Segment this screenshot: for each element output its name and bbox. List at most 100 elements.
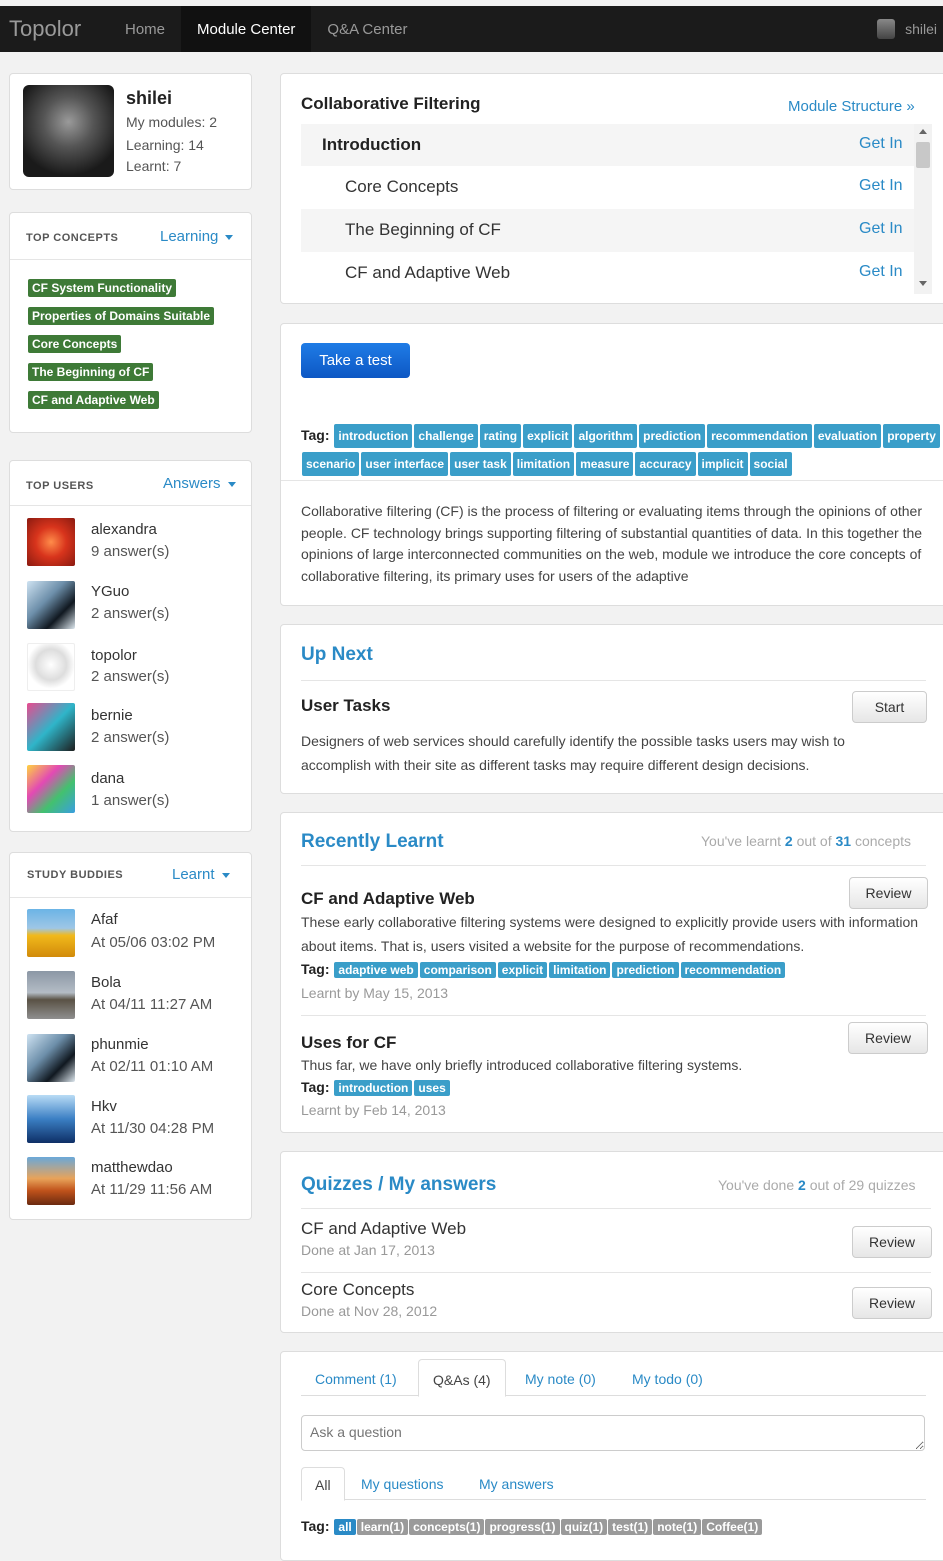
buddy-name[interactable]: Bola: [91, 974, 121, 991]
subtab-my-questions[interactable]: My questions: [348, 1467, 456, 1501]
tag-filter[interactable]: note(1): [653, 1519, 702, 1535]
tag[interactable]: rating: [479, 424, 522, 448]
concept-tag[interactable]: Properties of Domains Suitable: [28, 307, 215, 325]
user-name[interactable]: dana: [91, 770, 124, 787]
start-button[interactable]: Start: [852, 691, 927, 723]
tag[interactable]: recommendation: [707, 424, 812, 448]
nav-module-center[interactable]: Module Center: [181, 6, 312, 52]
user-name[interactable]: bernie: [91, 707, 133, 724]
buddy-avatar[interactable]: [27, 1157, 75, 1205]
tag[interactable]: scenario: [302, 452, 360, 476]
module-structure-link[interactable]: Module Structure »: [788, 98, 915, 115]
tag-filter-all[interactable]: all: [334, 1519, 356, 1535]
buddy-avatar[interactable]: [27, 971, 75, 1019]
tag[interactable]: user interface: [361, 452, 449, 476]
tag[interactable]: challenge: [414, 424, 478, 448]
buddy-name[interactable]: phunmie: [91, 1036, 149, 1053]
get-in-link[interactable]: Get In: [859, 263, 903, 281]
user-name[interactable]: alexandra: [91, 521, 157, 538]
concept-tag[interactable]: CF System Functionality: [28, 279, 177, 297]
tab-my-todo[interactable]: My todo (0): [618, 1359, 717, 1399]
nav-home[interactable]: Home: [109, 6, 181, 52]
learnt-item-title[interactable]: CF and Adaptive Web: [301, 889, 475, 909]
quiz-item-title[interactable]: CF and Adaptive Web: [301, 1219, 466, 1239]
buddy-name[interactable]: Hkv: [91, 1098, 117, 1115]
tag[interactable]: uses: [414, 1080, 450, 1096]
buddy-name[interactable]: matthewdao: [91, 1159, 173, 1176]
profile-name[interactable]: shilei: [126, 88, 172, 109]
tag[interactable]: limitation: [512, 452, 575, 476]
tag[interactable]: accuracy: [635, 452, 696, 476]
outline-row[interactable]: Introduction Get In: [301, 124, 914, 166]
outline-row[interactable]: CF and Adaptive Web Get In: [301, 252, 914, 294]
quiz-item-title[interactable]: Core Concepts: [301, 1280, 414, 1300]
tab-my-note[interactable]: My note (0): [511, 1359, 610, 1399]
review-button[interactable]: Review: [852, 1226, 932, 1258]
tag[interactable]: implicit: [697, 452, 748, 476]
profile-avatar[interactable]: [23, 85, 114, 177]
get-in-link[interactable]: Get In: [859, 220, 903, 238]
tag[interactable]: comparison: [419, 962, 496, 978]
tab-qas[interactable]: Q&As (4): [418, 1359, 506, 1397]
user-menu[interactable]: shilei: [877, 6, 937, 52]
top-concepts-filter-dropdown[interactable]: Learning: [160, 228, 233, 245]
tag[interactable]: prediction: [612, 962, 679, 978]
buddy-avatar[interactable]: [27, 1095, 75, 1143]
user-avatar[interactable]: [27, 703, 75, 751]
outline-row[interactable]: The Beginning of CF Get In: [301, 209, 914, 252]
top-users-filter-dropdown[interactable]: Answers: [163, 475, 236, 492]
quizzes-heading-link[interactable]: Quizzes: [301, 1174, 373, 1195]
user-avatar[interactable]: [27, 581, 75, 629]
buddy-avatar[interactable]: [27, 909, 75, 957]
study-buddies-filter-dropdown[interactable]: Learnt: [172, 866, 230, 883]
concept-tag[interactable]: The Beginning of CF: [28, 363, 154, 381]
outline-scrollbar[interactable]: [914, 124, 932, 294]
tag[interactable]: explicit: [523, 424, 573, 448]
scrollbar-thumb[interactable]: [916, 142, 930, 168]
tag[interactable]: adaptive web: [334, 962, 418, 978]
tag-filter[interactable]: quiz(1): [560, 1519, 608, 1535]
ask-question-input[interactable]: [301, 1415, 925, 1451]
tag[interactable]: introduction: [334, 1080, 413, 1096]
tag[interactable]: prediction: [639, 424, 706, 448]
take-test-button[interactable]: Take a test: [301, 343, 410, 378]
buddy-name[interactable]: Afaf: [91, 911, 118, 928]
subtab-my-answers[interactable]: My answers: [466, 1467, 567, 1501]
tag[interactable]: introduction: [334, 424, 413, 448]
review-button[interactable]: Review: [848, 1022, 928, 1054]
buddy-avatar[interactable]: [27, 1034, 75, 1082]
get-in-link[interactable]: Get In: [859, 135, 903, 153]
review-button[interactable]: Review: [849, 877, 928, 909]
tag[interactable]: explicit: [497, 962, 548, 978]
nav-qa-center[interactable]: Q&A Center: [311, 6, 423, 52]
tag[interactable]: algorithm: [574, 424, 638, 448]
tag[interactable]: property: [883, 424, 940, 448]
tag[interactable]: user task: [450, 452, 511, 476]
tag[interactable]: limitation: [549, 962, 611, 978]
user-name[interactable]: topolor: [91, 647, 137, 664]
brand-logo[interactable]: Topolor: [9, 16, 109, 42]
concept-tag[interactable]: CF and Adaptive Web: [28, 391, 159, 409]
tag-filter[interactable]: test(1): [608, 1519, 653, 1535]
scroll-up-icon[interactable]: [919, 129, 927, 134]
tag-filter[interactable]: Coffee(1): [702, 1519, 763, 1535]
tab-comment[interactable]: Comment (1): [301, 1359, 411, 1399]
tag[interactable]: evaluation: [813, 424, 882, 448]
tag-filter[interactable]: concepts(1): [409, 1519, 485, 1535]
tag[interactable]: recommendation: [680, 962, 786, 978]
user-avatar[interactable]: [27, 518, 75, 566]
tag[interactable]: social: [749, 452, 792, 476]
my-answers-heading-link[interactable]: My answers: [389, 1174, 497, 1195]
user-avatar[interactable]: [27, 643, 75, 691]
outline-row[interactable]: Core Concepts Get In: [301, 166, 914, 209]
user-name[interactable]: YGuo: [91, 583, 129, 600]
user-avatar[interactable]: [27, 765, 75, 813]
up-next-title[interactable]: User Tasks: [301, 696, 390, 716]
get-in-link[interactable]: Get In: [859, 177, 903, 195]
subtab-all[interactable]: All: [301, 1467, 345, 1501]
tag[interactable]: measure: [576, 452, 634, 476]
tag-filter[interactable]: progress(1): [485, 1519, 560, 1535]
tag-filter[interactable]: learn(1): [356, 1519, 409, 1535]
review-button[interactable]: Review: [852, 1287, 932, 1319]
learnt-item-title[interactable]: Uses for CF: [301, 1033, 396, 1053]
